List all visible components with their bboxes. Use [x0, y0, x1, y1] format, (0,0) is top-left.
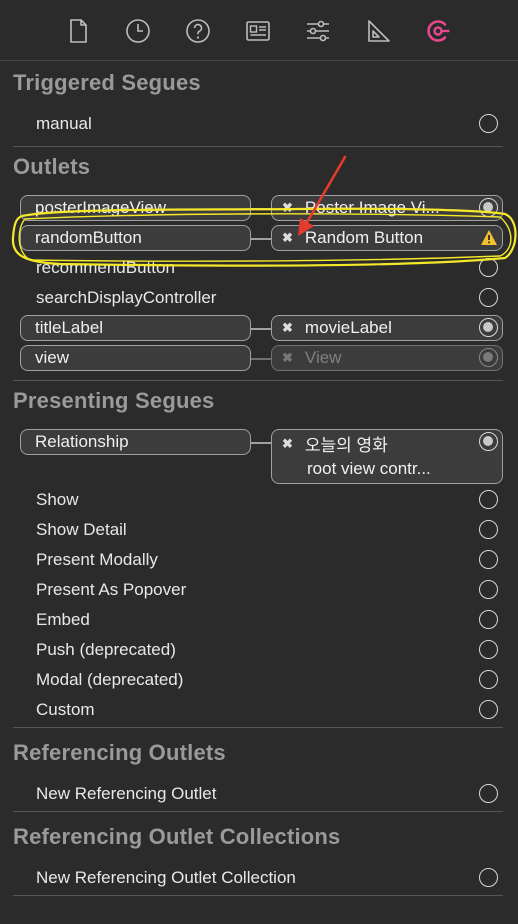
outlet-target-pill[interactable]: ✖ Random Button — [271, 225, 503, 251]
section-title-triggered-segues: Triggered Segues — [13, 70, 201, 95]
connection-circle[interactable] — [479, 288, 498, 307]
connection-circle[interactable] — [479, 700, 498, 719]
section-title-presenting-segues: Presenting Segues — [13, 388, 215, 413]
outlet-name: titleLabel — [35, 318, 104, 337]
disconnect-icon[interactable]: ✖ — [282, 436, 293, 452]
outlet-target: movieLabel — [304, 318, 392, 337]
segue-row-label: Modal (deprecated) — [36, 670, 184, 689]
connection-circle[interactable] — [479, 610, 498, 629]
outlet-name: view — [35, 348, 70, 367]
segue-row-label: Custom — [36, 700, 95, 719]
section-divider — [13, 380, 503, 381]
connection-circle[interactable] — [479, 580, 498, 599]
connection-line — [251, 358, 271, 360]
warning-icon — [481, 230, 497, 245]
outlet-name-pill[interactable]: view — [20, 345, 251, 371]
connection-line — [251, 238, 271, 240]
connection-circle[interactable] — [479, 520, 498, 539]
relationship-target-title: 오늘의 영화 — [304, 436, 388, 455]
referencing-outlet-row-label: New Referencing Outlet — [36, 784, 217, 803]
connection-line — [251, 328, 271, 330]
referencing-outlet-collection-row-label: New Referencing Outlet Collection — [36, 868, 296, 887]
section-title-outlets: Outlets — [13, 154, 91, 179]
section-divider — [13, 727, 503, 728]
relationship-pill[interactable]: Relationship — [20, 429, 251, 455]
connection-circle[interactable] — [479, 868, 498, 887]
connection-circle[interactable] — [479, 490, 498, 509]
outlet-name: posterImageView — [35, 198, 167, 217]
connection-line — [251, 208, 271, 210]
connection-circle[interactable] — [479, 348, 498, 367]
section-title-referencing-outlet-collections: Referencing Outlet Collections — [13, 824, 341, 849]
file-icon[interactable] — [61, 14, 95, 48]
disconnect-icon[interactable]: ✖ — [282, 230, 293, 246]
outlet-target: Poster Image Vi... — [304, 198, 440, 217]
outlet-name: randomButton — [35, 228, 142, 247]
section-divider — [13, 895, 503, 896]
ruler-icon[interactable] — [361, 14, 395, 48]
help-icon[interactable] — [181, 14, 215, 48]
connection-circle[interactable] — [479, 318, 498, 337]
connection-circle[interactable] — [479, 550, 498, 569]
connection-circle[interactable] — [479, 258, 498, 277]
connection-circle[interactable] — [479, 670, 498, 689]
outlet-target-pill[interactable]: ✖ Poster Image Vi... — [271, 195, 503, 221]
segue-row-label: Push (deprecated) — [36, 640, 176, 659]
connections-icon[interactable] — [421, 14, 455, 48]
outlet-name-pill[interactable]: titleLabel — [20, 315, 251, 341]
segue-row-label: Show — [36, 490, 79, 509]
connection-circle[interactable] — [479, 432, 498, 451]
disconnect-icon[interactable]: ✖ — [282, 320, 293, 336]
outlet-name: recommendButton — [36, 258, 175, 277]
outlet-target: View — [304, 348, 342, 367]
inspector-toolbar — [0, 0, 518, 61]
segue-row-label: manual — [36, 114, 92, 133]
outlet-name: searchDisplayController — [36, 288, 217, 307]
segue-row-label: Present As Popover — [36, 580, 187, 599]
sliders-icon[interactable] — [301, 14, 335, 48]
outlet-target: Random Button — [304, 228, 424, 247]
segue-row-label: Embed — [36, 610, 90, 629]
disconnect-icon[interactable]: ✖ — [282, 350, 293, 366]
clock-icon[interactable] — [121, 14, 155, 48]
identity-card-icon[interactable] — [241, 14, 275, 48]
relationship-target-pill[interactable]: ✖ 오늘의 영화 root view contr... — [271, 429, 503, 484]
segue-row-label: Show Detail — [36, 520, 127, 539]
outlet-name-pill[interactable]: randomButton — [20, 225, 251, 251]
section-divider — [13, 146, 503, 147]
connection-circle[interactable] — [479, 198, 498, 217]
outlet-name-pill[interactable]: posterImageView — [20, 195, 251, 221]
relationship-label: Relationship — [35, 432, 129, 451]
segue-row-label: Present Modally — [36, 550, 158, 569]
connection-circle[interactable] — [479, 784, 498, 803]
outlet-target-pill[interactable]: ✖ View — [271, 345, 503, 371]
section-divider — [13, 811, 503, 812]
outlet-target-pill[interactable]: ✖ movieLabel — [271, 315, 503, 341]
connection-circle[interactable] — [479, 640, 498, 659]
relationship-target-subtitle: root view contr... — [307, 458, 431, 478]
connection-circle[interactable] — [479, 114, 498, 133]
section-title-referencing-outlets: Referencing Outlets — [13, 740, 226, 765]
connection-line — [251, 442, 271, 444]
disconnect-icon[interactable]: ✖ — [282, 200, 293, 216]
